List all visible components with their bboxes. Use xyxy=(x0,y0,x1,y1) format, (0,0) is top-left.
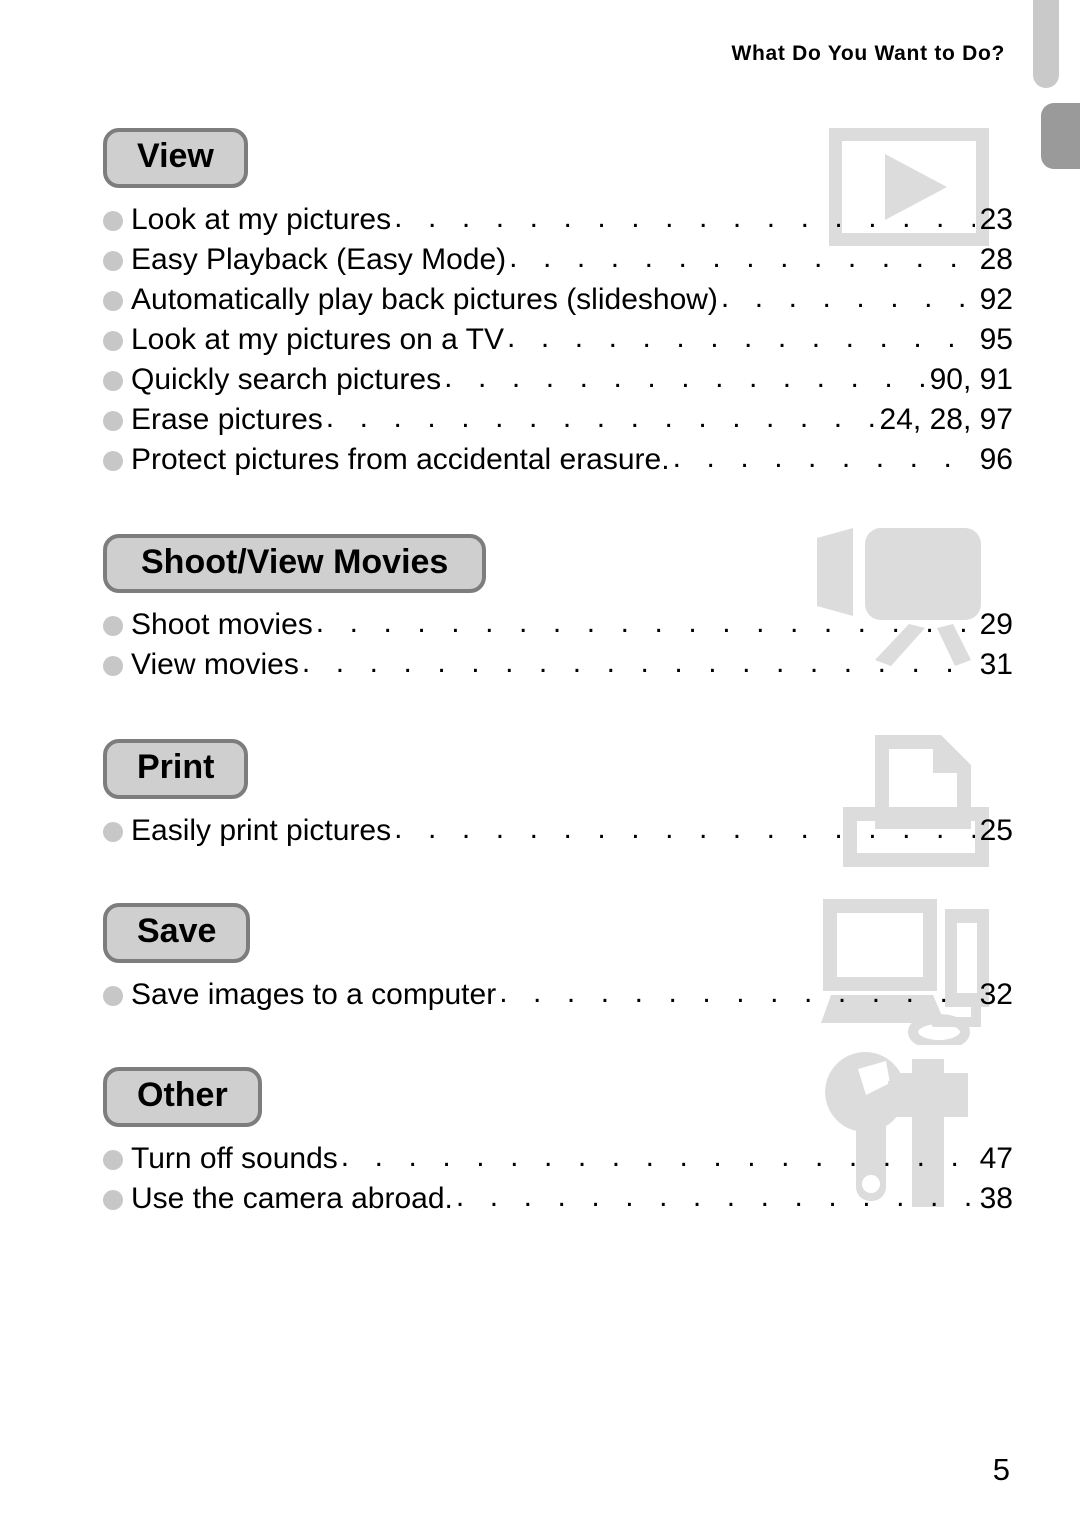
entry-label: Turn off sounds xyxy=(131,1141,338,1175)
tab-marker-dark xyxy=(1041,103,1080,169)
entry-list-other: Turn off sounds . . . . . . . . . . . . … xyxy=(103,1139,1013,1219)
dot-leader: . . . . . . . . . . . . . . . . . . . . … xyxy=(325,400,875,434)
entry-label: Look at my pictures xyxy=(131,202,392,236)
bullet-icon xyxy=(103,822,123,843)
toc-entry[interactable]: Easy Playback (Easy Mode) . . . . . . . … xyxy=(103,240,1013,280)
entry-page-number: 31 xyxy=(979,648,1013,682)
entry-label: Save images to a computer xyxy=(131,977,497,1011)
entry-label: Shoot movies xyxy=(131,608,313,642)
entry-label: Quickly search pictures xyxy=(131,362,442,396)
heading-pill-print: Print xyxy=(103,739,249,800)
bullet-icon xyxy=(103,656,123,677)
entry-label: Look at my pictures on a TV xyxy=(131,322,504,356)
dot-leader: . . . . . . . . . . . . . . . . . . . . … xyxy=(672,440,975,474)
entry-page-number: 32 xyxy=(979,977,1013,1011)
bullet-icon xyxy=(103,370,123,391)
heading-pill-save: Save xyxy=(103,903,251,963)
entry-list-shoot-view-movies: Shoot movies . . . . . . . . . . . . . .… xyxy=(103,605,1013,685)
toc-entry[interactable]: Shoot movies . . . . . . . . . . . . . .… xyxy=(103,605,1013,645)
heading-pill-view: View xyxy=(103,128,248,188)
entry-list-view: Look at my pictures . . . . . . . . . . … xyxy=(103,200,1013,480)
toc-entry[interactable]: Automatically play back pictures (slides… xyxy=(103,280,1013,320)
bullet-icon xyxy=(103,250,123,271)
toc-entry[interactable]: Save images to a computer . . . . . . . … xyxy=(103,975,1013,1015)
section-shoot-view-movies: Shoot/View Movies Shoot movies . . . . .… xyxy=(103,527,1013,686)
toc-entry[interactable]: Turn off sounds . . . . . . . . . . . . … xyxy=(103,1139,1013,1179)
section-other: Other Turn off sounds . . . . . . . . . … xyxy=(103,1051,1013,1219)
entry-list-print: Easily print pictures . . . . . . . . . … xyxy=(103,811,1013,851)
entry-label: Protect pictures from accidental erasure… xyxy=(131,442,670,476)
dot-leader: . . . . . . . . . . . . . . . . . . . . … xyxy=(301,646,975,680)
entry-page-number: 92 xyxy=(979,282,1013,316)
dot-leader: . . . . . . . . . . . . . . . . . . . . … xyxy=(444,360,924,394)
entry-label: View movies xyxy=(131,648,299,682)
dot-leader: . . . . . . . . . . . . . . . . . . . . … xyxy=(394,200,975,234)
dot-leader: . . . . . . . . . . . . . . . . . . . . … xyxy=(455,1179,975,1213)
entry-label: Automatically play back pictures (slides… xyxy=(131,282,718,316)
tab-marker-light xyxy=(1033,0,1059,88)
computer-icon xyxy=(821,899,989,1046)
dot-leader: . . . . . . . . . . . . . . . . . . . . … xyxy=(499,975,974,1009)
bullet-icon xyxy=(103,410,123,431)
toc-entry[interactable]: Quickly search pictures . . . . . . . . … xyxy=(103,360,1013,400)
entry-page-number: 23 xyxy=(979,202,1013,236)
entry-list-save: Save images to a computer . . . . . . . … xyxy=(103,975,1013,1015)
bullet-icon xyxy=(103,210,123,231)
bullet-icon xyxy=(103,330,123,351)
dot-leader: . . . . . . . . . . . . . . . . . . . . … xyxy=(394,812,975,846)
toc-entry[interactable]: View movies . . . . . . . . . . . . . . … xyxy=(103,645,1013,685)
heading-pill-other: Other xyxy=(103,1066,262,1127)
section-print: Print Easily print pictures . . . . . . … xyxy=(103,735,1013,868)
dot-leader: . . . . . . . . . . . . . . . . . . . . … xyxy=(340,1139,975,1173)
entry-page-number: 24, 28, 97 xyxy=(879,402,1013,436)
dot-leader: . . . . . . . . . . . . . . . . . . . . … xyxy=(509,240,974,274)
dot-leader: . . . . . . . . . . . . . . . . . . . . … xyxy=(720,280,975,314)
entry-label: Use the camera abroad. xyxy=(131,1181,453,1215)
bullet-icon xyxy=(103,985,123,1006)
dot-leader: . . . . . . . . . . . . . . . . . . . . … xyxy=(506,320,975,354)
entry-page-number: 95 xyxy=(979,322,1013,356)
toc-entry[interactable]: Use the camera abroad. . . . . . . . . .… xyxy=(103,1179,1013,1219)
entry-page-number: 96 xyxy=(979,442,1013,476)
entry-label: Easy Playback (Easy Mode) xyxy=(131,242,507,276)
bullet-icon xyxy=(103,1149,123,1170)
section-save: Save Save images to a computer . . . . .… xyxy=(103,899,1013,1046)
section-view: View Look at my pictures . . . . . . . .… xyxy=(103,128,1013,480)
entry-label: Easily print pictures xyxy=(131,814,392,848)
entry-page-number: 29 xyxy=(979,608,1013,642)
dot-leader: . . . . . . . . . . . . . . . . . . . . … xyxy=(315,606,975,640)
entry-page-number: 90, 91 xyxy=(929,362,1013,396)
bullet-icon xyxy=(103,616,123,637)
folio-page-number: 5 xyxy=(992,1452,1010,1487)
bullet-icon xyxy=(103,290,123,311)
heading-pill-shoot-view-movies: Shoot/View Movies xyxy=(103,533,487,594)
bullet-icon xyxy=(103,450,123,471)
bullet-icon xyxy=(103,1189,123,1210)
toc-entry[interactable]: Erase pictures . . . . . . . . . . . . .… xyxy=(103,400,1013,440)
entry-page-number: 47 xyxy=(979,1141,1013,1175)
entry-page-number: 28 xyxy=(979,242,1013,276)
toc-entry[interactable]: Protect pictures from accidental erasure… xyxy=(103,440,1013,480)
toc-entry[interactable]: Look at my pictures on a TV . . . . . . … xyxy=(103,320,1013,360)
content-column: View Look at my pictures . . . . . . . .… xyxy=(103,128,1013,1219)
page-header: What Do You Want to Do? xyxy=(731,42,1005,65)
toc-entry[interactable]: Easily print pictures . . . . . . . . . … xyxy=(103,811,1013,851)
entry-page-number: 25 xyxy=(979,814,1013,848)
toc-entry[interactable]: Look at my pictures . . . . . . . . . . … xyxy=(103,200,1013,240)
entry-label: Erase pictures xyxy=(131,402,323,436)
entry-page-number: 38 xyxy=(979,1181,1013,1215)
